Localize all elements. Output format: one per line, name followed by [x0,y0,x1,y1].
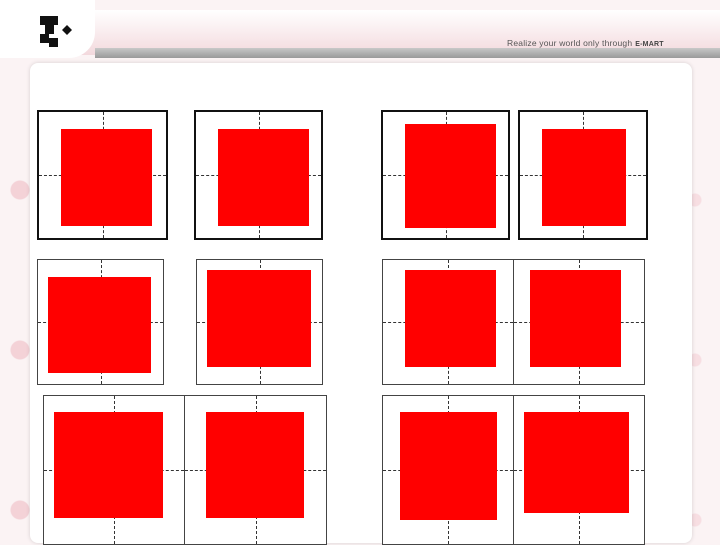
red-square [61,129,152,226]
red-square [218,129,309,226]
header-tagline: Realize your world only through E-MART [507,38,664,48]
grid-cell [37,110,168,240]
grid-cell [382,395,514,545]
grid-cell [43,395,185,545]
red-square [54,412,163,518]
brand-name: E-MART [635,41,664,48]
red-square [405,124,496,228]
logo-container [0,0,95,58]
emart-logo-icon [40,16,72,47]
grid-cell [381,110,510,240]
red-square [207,270,311,367]
red-square [48,277,151,373]
red-square [206,412,304,518]
grid-cell [184,395,327,545]
grid-cell [382,259,514,385]
red-square [405,270,496,367]
tagline-text: Realize your world only through [507,38,633,48]
red-square [530,270,621,367]
grid-cell [196,259,323,385]
header-stripe [95,48,720,58]
grid-cell [513,395,645,545]
red-square [542,129,626,226]
red-square [524,412,629,513]
grid-cell [518,110,648,240]
red-square [400,412,497,520]
grid-cell [513,259,645,385]
grid-cell [194,110,323,240]
grid-cell [37,259,164,385]
